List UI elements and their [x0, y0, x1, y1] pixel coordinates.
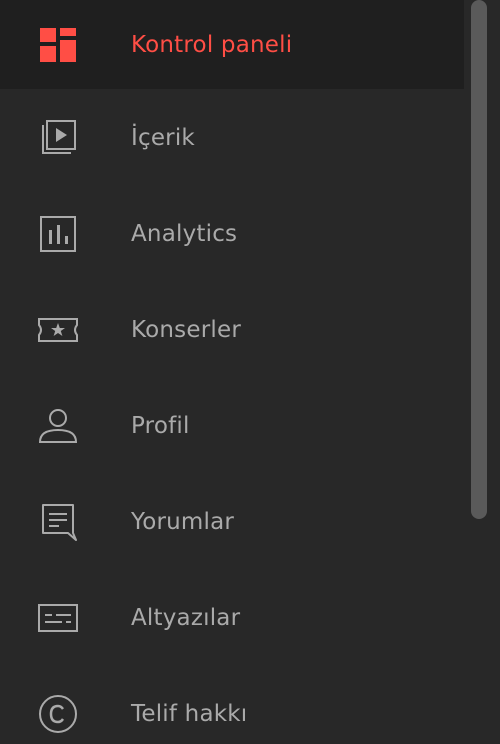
scrollbar-thumb[interactable]: [471, 0, 487, 519]
sidebar-item-dashboard[interactable]: Kontrol paneli: [0, 0, 464, 89]
sidebar-item-concerts[interactable]: Konserler: [0, 282, 464, 378]
analytics-icon: [38, 214, 78, 254]
sidebar-item-subtitles[interactable]: Altyazılar: [0, 570, 464, 666]
sidebar-item-label: Telif hakkı: [131, 701, 248, 727]
profile-icon: [38, 406, 78, 446]
subtitles-icon: [38, 598, 78, 638]
comments-icon: [38, 502, 78, 542]
sidebar-item-label: Kontrol paneli: [131, 31, 293, 58]
sidebar-item-label: Konserler: [131, 317, 241, 343]
sidebar: Kontrol paneli İçerik Analytics Konserle…: [0, 0, 500, 744]
sidebar-item-content[interactable]: İçerik: [0, 90, 464, 186]
sidebar-item-copyright[interactable]: Telif hakkı: [0, 666, 464, 744]
content-icon: [38, 118, 78, 158]
sidebar-item-label: Profil: [131, 413, 190, 439]
ticket-icon: [38, 310, 78, 350]
sidebar-item-profile[interactable]: Profil: [0, 378, 464, 474]
sidebar-item-label: Analytics: [131, 221, 238, 247]
sidebar-item-label: Altyazılar: [131, 605, 241, 631]
sidebar-nav: Kontrol paneli İçerik Analytics Konserle…: [0, 0, 464, 744]
sidebar-item-comments[interactable]: Yorumlar: [0, 474, 464, 570]
sidebar-item-label: Yorumlar: [131, 509, 235, 535]
sidebar-item-label: İçerik: [131, 125, 195, 151]
copyright-icon: [38, 694, 78, 734]
sidebar-item-analytics[interactable]: Analytics: [0, 186, 464, 282]
dashboard-icon: [38, 25, 78, 65]
